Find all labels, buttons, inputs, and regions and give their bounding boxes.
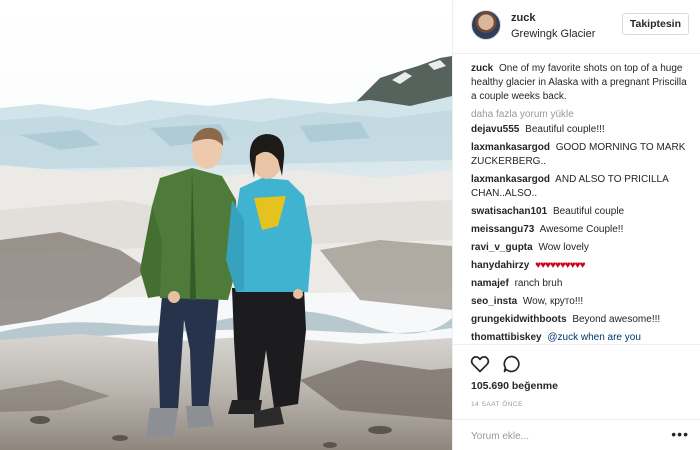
list-item: namajef ranch bruh	[471, 277, 693, 291]
comment-username[interactable]: thomattibiskey	[471, 332, 542, 343]
post-caption: zuck One of my favorite shots on top of …	[471, 62, 693, 104]
comment-input[interactable]	[471, 428, 661, 444]
post-photo	[0, 0, 452, 450]
post-username[interactable]: zuck	[511, 12, 535, 24]
more-options-icon[interactable]: •••	[671, 426, 689, 442]
list-item: laxmankasargod GOOD MORNING TO MARK ZUCK…	[471, 141, 693, 169]
list-item: ravi_v_gupta Wow lovely	[471, 241, 693, 255]
list-item: seo_insta Wow, круто!!!	[471, 295, 693, 309]
comment-text: Wow, круто!!!	[522, 296, 584, 307]
comment-text: Beautiful couple!!!	[525, 124, 605, 135]
list-item: swatisachan101 Beautiful couple	[471, 205, 693, 219]
post-location[interactable]: Grewingk Glacier	[511, 28, 595, 40]
instagram-post-view: zuck Grewingk Glacier Takiptesin zuck On…	[0, 0, 700, 450]
comment-username[interactable]: meissangu73	[471, 224, 534, 235]
comment-username[interactable]: ravi_v_gupta	[471, 242, 533, 253]
comment-text: ranch bruh	[514, 278, 563, 289]
comment-username[interactable]: namajef	[471, 278, 509, 289]
likes-count[interactable]: 105.690 beğenme	[471, 380, 558, 392]
post-header: zuck Grewingk Glacier Takiptesin	[453, 0, 700, 54]
comment-username[interactable]: laxmankasargod	[471, 174, 550, 185]
list-item: grungekidwithboots Beyond awesome!!!	[471, 313, 693, 327]
post-actions: 105.690 beğenme 14 SAAT ÖNCE •••	[453, 344, 700, 450]
avatar[interactable]	[471, 10, 501, 40]
comment-text: Beautiful couple	[552, 206, 625, 217]
heart-emoji-text: ♥♥♥♥♥♥♥♥♥♥	[535, 260, 585, 271]
glacier-photo-image	[0, 0, 452, 450]
comment-username[interactable]: dejavu555	[471, 124, 519, 135]
caption-text: One of my favorite shots on top of a hug…	[471, 63, 687, 102]
post-timestamp: 14 SAAT ÖNCE	[471, 401, 523, 408]
comment-text: @zuck when are you	[547, 332, 641, 343]
comment-username[interactable]: hanydahirzy	[471, 260, 529, 271]
caption-username[interactable]: zuck	[471, 63, 493, 74]
comment-username[interactable]: laxmankasargod	[471, 142, 550, 153]
comment-username[interactable]: swatisachan101	[471, 206, 547, 217]
comment-text: Awesome Couple!!	[539, 224, 624, 235]
post-side-panel: zuck Grewingk Glacier Takiptesin zuck On…	[452, 0, 700, 450]
list-item: hanydahirzy ♥♥♥♥♥♥♥♥♥♥	[471, 259, 693, 273]
comment-username[interactable]: seo_insta	[471, 296, 517, 307]
list-item: meissangu73 Awesome Couple!!	[471, 223, 693, 237]
load-more-comments-link[interactable]: daha fazla yorum yükle	[471, 109, 693, 120]
list-item: thomattibiskey @zuck when are you	[471, 331, 693, 344]
list-item: dejavu555 Beautiful couple!!!	[471, 123, 693, 137]
comment-username[interactable]: grungekidwithboots	[471, 314, 567, 325]
comment-text: Beyond awesome!!!	[572, 314, 661, 325]
list-item: laxmankasargod AND ALSO TO PRICILLA CHAN…	[471, 173, 693, 201]
heart-icon[interactable]	[470, 354, 490, 374]
add-comment-bar: •••	[453, 419, 700, 450]
comments-list[interactable]: zuck One of my favorite shots on top of …	[471, 62, 693, 344]
comment-icon[interactable]	[502, 354, 522, 374]
comment-text: Wow lovely	[538, 242, 589, 253]
following-button[interactable]: Takiptesin	[621, 13, 689, 35]
